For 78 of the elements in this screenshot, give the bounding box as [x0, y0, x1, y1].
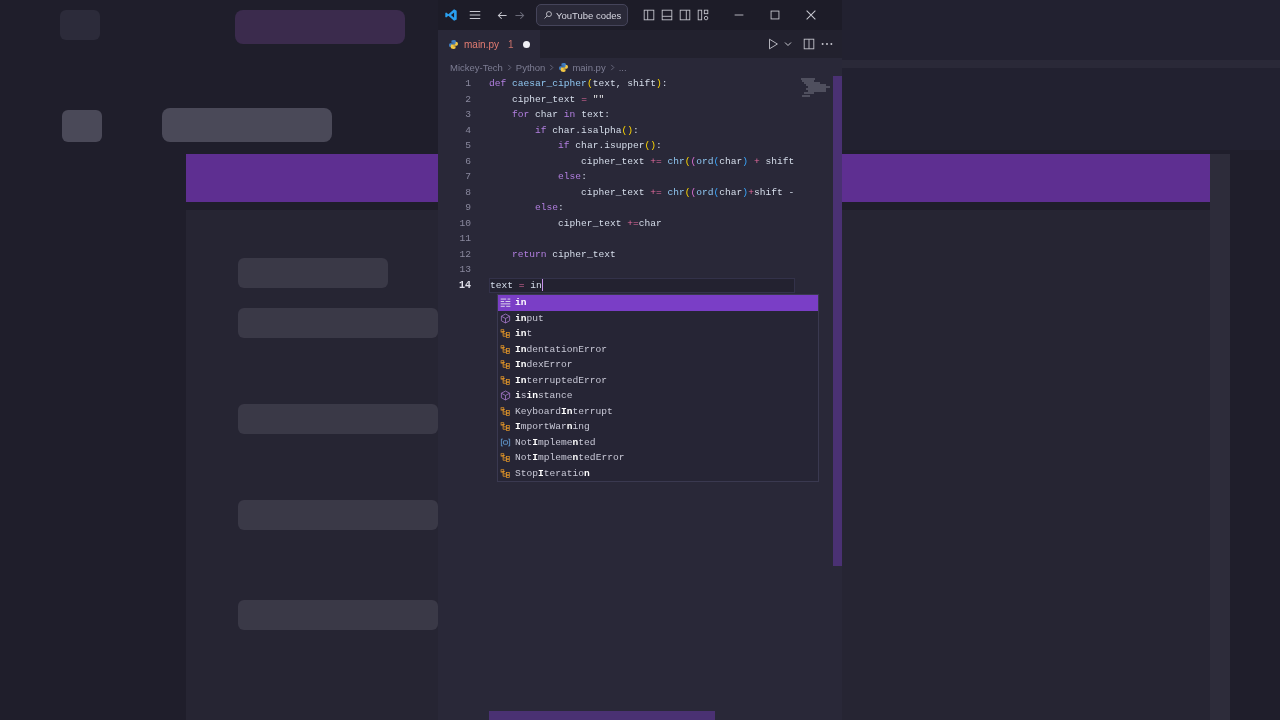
keyword-icon: [500, 297, 511, 309]
suggestion-item[interactable]: int: [498, 326, 818, 342]
line-number: 8: [464, 186, 471, 198]
search-icon: [543, 10, 553, 20]
scrollbar-thumb[interactable]: [489, 711, 715, 720]
panel-layout-icon[interactable]: [660, 8, 675, 22]
sidebar-layout-icon[interactable]: [642, 8, 657, 22]
code-line: cipher_text +=char: [557, 217, 662, 229]
maximize-icon[interactable]: [768, 8, 783, 22]
line-number: 11: [458, 233, 471, 245]
line-number: 9: [464, 202, 471, 214]
editor-tab[interactable]: main.py 1: [438, 30, 540, 58]
variable-icon: [500, 436, 511, 448]
suggestion-item[interactable]: in: [498, 295, 818, 311]
minimap: [800, 78, 830, 100]
line-number: 5: [464, 140, 471, 152]
split-editor-icon[interactable]: [802, 37, 816, 51]
line-number: 3: [464, 109, 471, 121]
search-field[interactable]: YouTube codes: [536, 4, 629, 26]
scrollbar-thumb[interactable]: [833, 76, 842, 566]
python-logo-icon: [558, 61, 570, 73]
suggestion-item[interactable]: NotImplemented: [498, 434, 818, 450]
line-number: 12: [458, 248, 471, 260]
class-icon: [500, 452, 511, 464]
python-logo-icon: [448, 38, 459, 50]
code-line: cipher_text = "": [511, 93, 605, 105]
code-line: def caesar_cipher(text, shift):: [489, 78, 668, 90]
suggestion-item[interactable]: IndentationError: [498, 341, 818, 357]
problem-count: 1: [508, 38, 514, 50]
chevron-icon: [548, 63, 556, 71]
secondary-sidebar-icon[interactable]: [678, 8, 693, 22]
text-cursor: [541, 279, 543, 292]
suggestion-item[interactable]: isinstance: [498, 388, 818, 404]
caret-icon[interactable]: [784, 40, 792, 48]
class-icon: [500, 374, 511, 386]
run-icon[interactable]: [766, 37, 780, 51]
menu-icon[interactable]: [468, 8, 482, 22]
line-number: 7: [464, 171, 471, 183]
suggestion-item[interactable]: IndexError: [498, 357, 818, 373]
suggestion-item[interactable]: NotImplementedError: [498, 450, 818, 466]
cube-icon: [500, 390, 511, 402]
code-line: cipher_text += chr((ord(char)+shift -: [580, 186, 795, 198]
class-icon: [500, 405, 511, 417]
suggestion-item[interactable]: InterruptedError: [498, 372, 818, 388]
breadcrumb[interactable]: main.py: [572, 61, 606, 73]
line-number: 10: [458, 217, 471, 229]
chevron-icon: [505, 63, 513, 71]
app-logo-icon[interactable]: [444, 8, 458, 22]
breadcrumb[interactable]: Mickey-Tech: [450, 61, 503, 73]
line-number: 13: [458, 264, 471, 276]
code-line: cipher_text += chr((ord(char) + shift: [580, 155, 795, 167]
customize-layout-icon[interactable]: [696, 8, 711, 22]
code-line: else:: [534, 202, 564, 214]
tab-filename: main.py: [464, 38, 499, 50]
suggestion-item[interactable]: StopIteration: [498, 465, 818, 481]
breadcrumb[interactable]: ...: [618, 61, 627, 73]
class-icon: [500, 467, 511, 479]
code-line: for char in text:: [511, 109, 610, 121]
class-icon: [500, 421, 511, 433]
chevron-icon: [608, 63, 616, 71]
line-number: 4: [464, 124, 471, 136]
cube-icon: [500, 312, 511, 324]
code-line: if char.isupper():: [557, 140, 662, 152]
code-line: text = in: [490, 279, 542, 291]
class-icon: [500, 328, 511, 340]
suggestion-item[interactable]: input: [498, 310, 818, 326]
class-icon: [500, 343, 511, 355]
code-line: else:: [557, 171, 587, 183]
code-line: if char.isalpha():: [534, 124, 639, 136]
code-line: return cipher_text: [511, 248, 616, 260]
suggestion-item[interactable]: ImportWarning: [498, 419, 818, 435]
line-number: 6: [464, 155, 471, 167]
line-number: 14: [458, 279, 471, 291]
line-number: 1: [464, 78, 471, 90]
line-number: 2: [464, 93, 471, 105]
class-icon: [500, 359, 511, 371]
suggestion-item[interactable]: KeyboardInterrupt: [498, 403, 818, 419]
breadcrumb[interactable]: Python: [515, 61, 546, 73]
